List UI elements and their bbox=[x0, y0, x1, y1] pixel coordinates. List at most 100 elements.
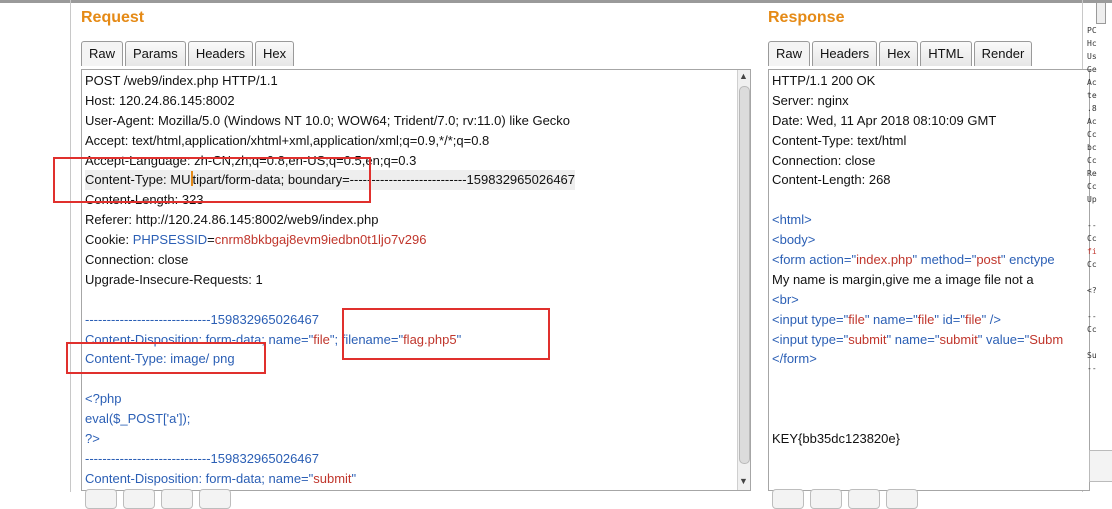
text-line: <input type="file" name="file" id="file"… bbox=[772, 310, 1063, 330]
tab-hex[interactable]: Hex bbox=[254, 41, 295, 66]
side-line: -- bbox=[1087, 312, 1097, 321]
text-segment: " value=" bbox=[977, 331, 1030, 347]
text-line bbox=[85, 290, 575, 310]
request-editor[interactable]: POST /web9/index.php HTTP/1.1 Host: 120.2… bbox=[81, 69, 751, 491]
text-segment: index.php bbox=[856, 252, 913, 268]
side-line: bc bbox=[1087, 143, 1097, 152]
text-segment: Date: Wed, 11 Apr 2018 08:10:09 GMT bbox=[772, 112, 997, 128]
side-line bbox=[1087, 297, 1097, 310]
text-line: <html> bbox=[772, 210, 1063, 230]
text-segment: file bbox=[848, 311, 865, 327]
text-segment: post bbox=[976, 252, 1001, 268]
side-line: .8 bbox=[1087, 104, 1097, 113]
side-line: Ac bbox=[1087, 78, 1097, 87]
tab-raw[interactable]: Raw bbox=[81, 41, 124, 66]
text-line: <input type="submit" name="submit" value… bbox=[772, 330, 1063, 350]
text-line: </form> bbox=[772, 349, 1063, 369]
request-title: Request bbox=[81, 9, 145, 26]
side-line: Cc bbox=[1087, 182, 1097, 191]
text-line: Content-Disposition: form-data; name="su… bbox=[85, 469, 575, 489]
text-segment: " bbox=[351, 470, 357, 486]
side-line: Cc bbox=[1087, 325, 1097, 334]
side-panel-text: PC Hc Us Ge Ac te .8 Ac Cc bc Cc Re Cc Up -- Cc fi Cc <? --… bbox=[1087, 24, 1097, 375]
text-segment: Cookie: bbox=[85, 232, 133, 248]
text-line: <br> bbox=[772, 290, 1063, 310]
text-line: Connection: close bbox=[772, 151, 1063, 171]
text-segment: ?> bbox=[85, 431, 100, 447]
text-segment: PHPSESSID bbox=[132, 232, 208, 248]
response-tabs: Raw Headers Hex HTML Render bbox=[768, 41, 1034, 67]
toolbar-button[interactable] bbox=[199, 489, 231, 509]
text-line: KEY{bb35dc123820e} bbox=[772, 429, 1063, 449]
side-line: Cc bbox=[1087, 130, 1097, 139]
scroll-thumb[interactable] bbox=[739, 86, 750, 464]
text-line: Content-Type: text/html bbox=[772, 131, 1063, 151]
text-segment: type=" bbox=[811, 331, 849, 347]
annotation-box-image-type bbox=[66, 342, 266, 374]
toolbar-button[interactable] bbox=[123, 489, 155, 509]
text-segment: file bbox=[313, 331, 330, 347]
text-segment: <form bbox=[772, 252, 810, 268]
text-segment: KEY{bb35dc123820e} bbox=[772, 431, 900, 447]
annotation-box-filename bbox=[342, 308, 550, 360]
toolbar-button[interactable] bbox=[886, 489, 918, 509]
side-line: Su bbox=[1087, 351, 1097, 360]
text-segment: Upgrade-Insecure-Requests: 1 bbox=[85, 271, 263, 287]
text-segment: Accept: text/html,application/xhtml+xml,… bbox=[85, 132, 490, 148]
side-line: -- bbox=[1087, 364, 1097, 373]
text-segment: Content-Type: text/html bbox=[772, 132, 907, 148]
tab-headers[interactable]: Headers bbox=[812, 41, 878, 66]
side-line: Cc bbox=[1087, 156, 1097, 165]
text-segment: Connection: close bbox=[772, 152, 876, 168]
toolbar-button[interactable] bbox=[161, 489, 193, 509]
text-line: <form action="index.php" method="post" e… bbox=[772, 250, 1063, 270]
text-line: -----------------------------15983296502… bbox=[85, 449, 575, 469]
text-segment: <br> bbox=[772, 291, 799, 307]
tab-raw[interactable]: Raw bbox=[768, 41, 811, 66]
text-segment: <input bbox=[772, 311, 812, 327]
annotation-box-content-type bbox=[53, 157, 371, 203]
side-panel-button[interactable] bbox=[1089, 450, 1112, 482]
response-bottom-toolbar bbox=[772, 489, 924, 509]
toolbar-button[interactable] bbox=[85, 489, 117, 509]
scroll-up-icon[interactable]: ▲ bbox=[739, 71, 748, 81]
side-line bbox=[1087, 336, 1097, 349]
request-scrollbar[interactable]: ▲ ▼ bbox=[737, 70, 750, 490]
side-line: Ge bbox=[1087, 65, 1097, 74]
toolbar-button[interactable] bbox=[810, 489, 842, 509]
request-text: POST /web9/index.php HTTP/1.1 Host: 120.2… bbox=[85, 71, 576, 489]
tab-render[interactable]: Render bbox=[973, 41, 1033, 66]
text-segment: " name=" bbox=[886, 331, 940, 347]
text-segment: Host: 120.24.86.145:8002 bbox=[85, 92, 235, 108]
text-segment: file bbox=[964, 311, 982, 327]
side-line: <? bbox=[1087, 286, 1097, 295]
left-divider bbox=[70, 0, 71, 492]
tab-params[interactable]: Params bbox=[125, 41, 186, 66]
tab-hex[interactable]: Hex bbox=[879, 41, 919, 66]
text-segment: Subm bbox=[1029, 331, 1064, 347]
text-line: POST /web9/index.php HTTP/1.1 bbox=[85, 71, 575, 91]
text-segment: type=" bbox=[811, 311, 849, 327]
toolbar-button[interactable] bbox=[772, 489, 804, 509]
response-editor[interactable]: HTTP/1.1 200 OK Server: nginx Date: Wed, 1… bbox=[768, 69, 1090, 491]
text-segment: Connection: close bbox=[85, 252, 189, 268]
response-pane: Response Raw Headers Hex HTML Render HTTP/1.… bbox=[760, 3, 1090, 509]
tab-headers[interactable]: Headers bbox=[187, 41, 253, 66]
text-segment: submit bbox=[313, 470, 352, 486]
text-segment: User-Agent: Mozilla/5.0 (Windows NT 10.0… bbox=[85, 112, 571, 128]
text-segment bbox=[772, 391, 776, 406]
text-segment: <?php bbox=[85, 391, 122, 407]
text-segment: <body> bbox=[772, 232, 816, 248]
text-segment: POST /web9/index.php HTTP/1.1 bbox=[85, 73, 278, 88]
text-segment: Referer: http://120.24.86.145:8002/web9/… bbox=[85, 212, 379, 228]
side-line: -- bbox=[1087, 221, 1097, 230]
side-line: Up bbox=[1087, 195, 1097, 204]
text-line: Server: nginx bbox=[772, 91, 1063, 111]
scroll-down-icon[interactable]: ▼ bbox=[739, 476, 748, 486]
tab-html[interactable]: HTML bbox=[920, 41, 972, 66]
text-line: <body> bbox=[772, 230, 1063, 250]
toolbar-button[interactable] bbox=[848, 489, 880, 509]
side-scroll-icon[interactable] bbox=[1096, 2, 1106, 24]
side-line: Cc bbox=[1087, 260, 1097, 269]
text-line: Referer: http://120.24.86.145:8002/web9/… bbox=[85, 210, 575, 230]
